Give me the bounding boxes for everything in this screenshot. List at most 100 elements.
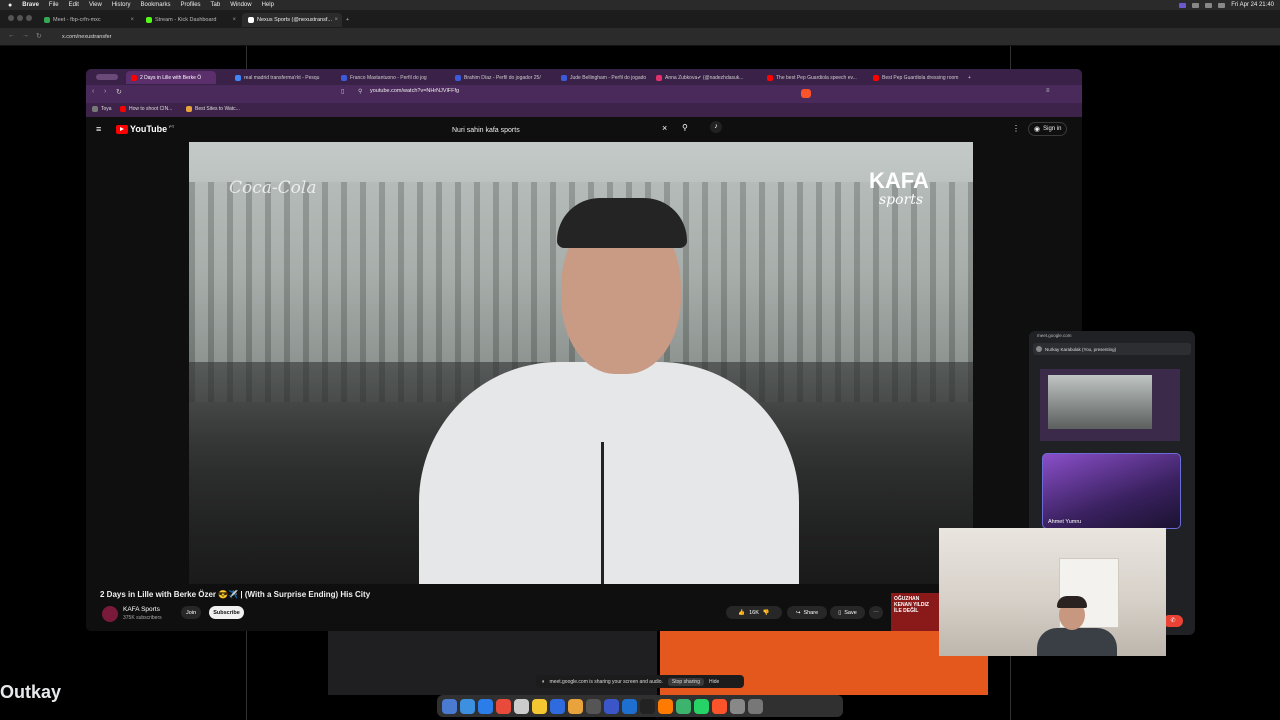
reload-icon[interactable]: ↻: [36, 32, 42, 40]
more-options-icon[interactable]: ⋮: [1012, 124, 1020, 133]
messages-icon[interactable]: [550, 698, 565, 714]
hamburger-menu-icon[interactable]: ≡: [96, 124, 101, 134]
bookmark-best-sites[interactable]: Best Sites to Watc...: [186, 106, 240, 112]
bookmark-label: Best Sites to Watc...: [195, 106, 240, 112]
join-button[interactable]: Join: [181, 606, 201, 619]
window-controls-icon[interactable]: [96, 74, 118, 80]
menu-file[interactable]: File: [49, 2, 59, 8]
calendar-icon[interactable]: [496, 698, 511, 714]
terminal-icon[interactable]: [640, 698, 655, 714]
settings-icon[interactable]: [586, 698, 601, 714]
finder-icon[interactable]: [442, 698, 457, 714]
zoom-window-icon[interactable]: [26, 15, 32, 21]
menu-bookmarks[interactable]: Bookmarks: [141, 2, 171, 8]
meet-presenter-row[interactable]: Nurkay Karabulak (You, presenting): [1033, 343, 1191, 355]
bookmark-how-to-shoot[interactable]: How to shoot CIN...: [120, 106, 172, 112]
clear-search-icon[interactable]: ×: [662, 123, 667, 133]
stickies-icon[interactable]: [532, 698, 547, 714]
new-tab-icon[interactable]: +: [344, 13, 356, 27]
inner-tab-google-search[interactable]: real madrid transferma'rkt - Pesqu: [230, 71, 330, 84]
save-button[interactable]: ▯ Save: [830, 606, 865, 619]
channel-watermark-sub: sports: [879, 192, 924, 208]
youtube-logo[interactable]: YouTube PT: [116, 124, 174, 134]
menu-tab[interactable]: Tab: [211, 2, 221, 8]
inner-tab-transfermarkt-2[interactable]: Brahim Díaz - Perfil do jogador 25/: [450, 71, 550, 84]
close-tab-icon[interactable]: ×: [130, 17, 134, 23]
menu-icon[interactable]: ≡: [1046, 88, 1050, 94]
thumbs-down-icon[interactable]: 👎: [763, 610, 770, 616]
sign-in-button[interactable]: ◉ Sign in: [1028, 122, 1068, 136]
downloads-icon[interactable]: [730, 698, 745, 714]
inner-tab-pep-dressing-room[interactable]: Best Pep Guardiola dressing room: [868, 71, 968, 84]
close-tab-icon[interactable]: ×: [232, 17, 236, 23]
teams-icon[interactable]: [604, 698, 619, 714]
brave-shields-icon[interactable]: [801, 89, 811, 98]
brave-icon[interactable]: [712, 698, 727, 714]
tab-label: Meet - fbp-crfn-mxc: [53, 17, 101, 23]
firefox-icon[interactable]: [658, 698, 673, 714]
safari-icon[interactable]: [460, 698, 475, 714]
menu-edit[interactable]: Edit: [69, 2, 79, 8]
site-info-icon[interactable]: ⚲: [358, 88, 362, 95]
minimize-window-icon[interactable]: [17, 15, 23, 21]
menu-app-name[interactable]: Brave: [22, 2, 39, 8]
menu-history[interactable]: History: [112, 2, 131, 8]
share-button[interactable]: ↪ Share: [787, 606, 827, 619]
menu-help[interactable]: Help: [262, 2, 274, 8]
hide-share-bar-button[interactable]: Hide: [709, 679, 719, 685]
trash-icon[interactable]: [748, 698, 763, 714]
menubar-clock[interactable]: Fri Apr 24 21:40: [1231, 2, 1274, 8]
stop-sharing-button[interactable]: Stop sharing: [667, 677, 704, 686]
inner-tab-youtube-video[interactable]: 2 Days in Lille with Berke Ö: [126, 71, 216, 84]
app-store-icon[interactable]: [478, 698, 493, 714]
share-pause-icon: ⏸: [542, 678, 545, 685]
forward-icon[interactable]: →: [22, 32, 29, 39]
meet-participant-tile[interactable]: Ahmet Yumru: [1042, 453, 1181, 529]
reload-icon[interactable]: ↻: [116, 88, 122, 96]
inner-tab-pep-speech[interactable]: The best Pep Guardiola speech ev...: [762, 71, 862, 84]
subscribe-button[interactable]: Subscribe: [209, 606, 244, 619]
outer-url-field[interactable]: x.com/nexustransfer: [62, 31, 1152, 43]
kick-favicon-icon: [146, 17, 152, 23]
whatsapp-icon[interactable]: [694, 698, 709, 714]
bookmark-icon[interactable]: ▯: [341, 88, 344, 95]
outer-tab-x[interactable]: Nexus Sports (@nexustransf... ×: [242, 13, 342, 27]
apple-icon[interactable]: ●: [8, 2, 12, 9]
wifi-icon[interactable]: [1192, 2, 1200, 8]
bookmark-label: Toya: [101, 106, 112, 112]
control-center-icon[interactable]: [1218, 2, 1226, 8]
channel-name[interactable]: KAFA Sports: [123, 606, 160, 613]
menu-profiles[interactable]: Profiles: [181, 2, 201, 8]
close-tab-icon[interactable]: ×: [334, 17, 338, 23]
new-tab-icon[interactable]: +: [966, 71, 978, 84]
more-actions-button[interactable]: ⋯: [869, 606, 883, 619]
back-icon[interactable]: ←: [8, 32, 15, 39]
thumbs-up-icon[interactable]: 👍: [738, 610, 745, 616]
menu-view[interactable]: View: [89, 2, 102, 8]
inner-tab-transfermarkt-3[interactable]: Jude Bellingham - Perfil do jogado: [556, 71, 656, 84]
inner-tab-transfermarkt-1[interactable]: Franco Mastantuono - Perfil do jog: [336, 71, 436, 84]
close-window-icon[interactable]: [8, 15, 14, 21]
spotify-icon[interactable]: [676, 698, 691, 714]
video-player[interactable]: Coca-Cola KAFA sports: [189, 142, 973, 584]
outer-tab-kick[interactable]: Stream - Kick Dashboard ×: [140, 13, 240, 27]
forward-icon[interactable]: ›: [104, 88, 106, 95]
hang-up-button[interactable]: ✆: [1163, 615, 1183, 627]
inner-url-field[interactable]: youtube.com/watch?v=NHrNJVlFFfg: [370, 88, 459, 94]
vscode-icon[interactable]: [622, 698, 637, 714]
like-dislike-button[interactable]: 👍 16K 👎: [726, 606, 782, 619]
search-icon[interactable]: ⚲: [682, 123, 688, 132]
outer-tab-meet[interactable]: Meet - fbp-crfn-mxc ×: [38, 13, 138, 27]
recommended-video-thumbnail[interactable]: OĞUZHAN KENAN YILDIZ İLE DEĞİL: [891, 593, 939, 631]
inner-tab-instagram[interactable]: Anna Zubkova✔ (@nadezhdasuk...: [651, 71, 751, 84]
chrome-icon[interactable]: [568, 698, 583, 714]
menu-window[interactable]: Window: [230, 2, 251, 8]
channel-avatar[interactable]: [102, 606, 118, 622]
battery-icon[interactable]: [1205, 2, 1213, 8]
microphone-icon[interactable]: ♪: [710, 121, 722, 133]
youtube-search-input[interactable]: Nuri sahin kafa sports: [447, 123, 677, 137]
notes-icon[interactable]: [514, 698, 529, 714]
back-icon[interactable]: ‹: [92, 88, 94, 95]
bookmark-toya[interactable]: Toya: [92, 106, 112, 112]
screen-share-icon[interactable]: [1179, 2, 1187, 8]
